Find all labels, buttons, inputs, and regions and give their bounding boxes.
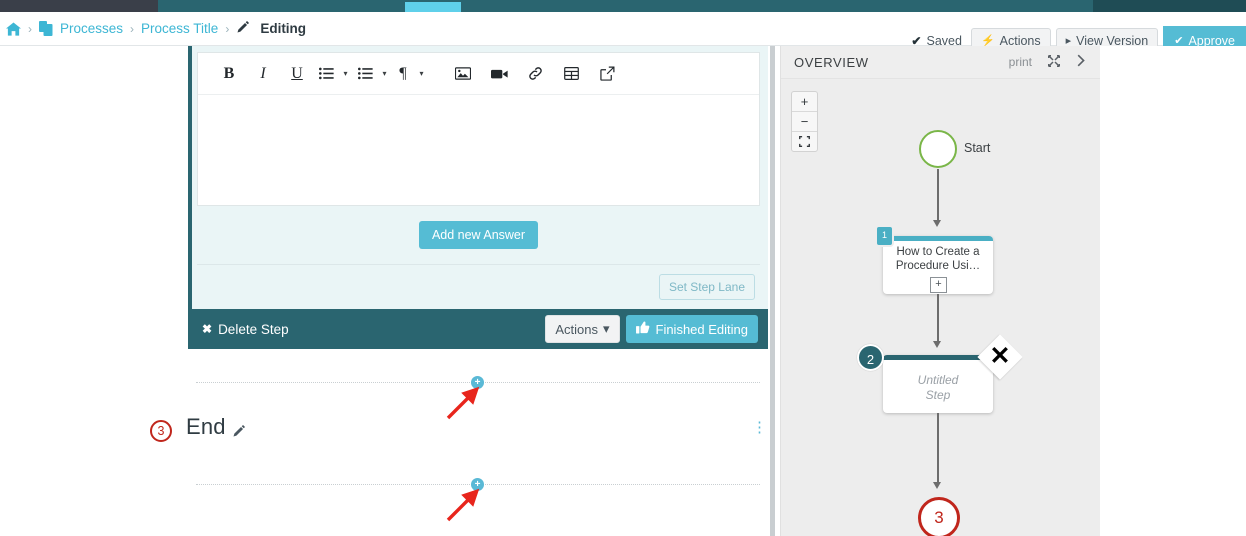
breadcrumb-item-process-title[interactable]: Process Title bbox=[141, 21, 218, 36]
home-icon[interactable] bbox=[6, 21, 21, 36]
delete-step-button[interactable]: ✖ Delete Step bbox=[202, 322, 289, 337]
breadcrumb: › Processes › Process Title › Editing bbox=[6, 12, 306, 45]
editor-content-area[interactable] bbox=[198, 95, 759, 205]
finished-editing-label: Finished Editing bbox=[655, 321, 749, 337]
bold-icon[interactable]: B bbox=[212, 65, 246, 83]
top-nav-left-segment bbox=[0, 0, 158, 12]
external-link-icon[interactable] bbox=[589, 66, 625, 81]
diagram-connector-3 bbox=[937, 413, 939, 485]
diagram-arrowhead-2 bbox=[933, 341, 941, 348]
diagram-node-start[interactable] bbox=[919, 130, 957, 168]
zoom-out-button[interactable]: − bbox=[792, 112, 817, 132]
chevron-down-icon[interactable]: ▾ bbox=[377, 69, 392, 78]
diagram-node-1-expand[interactable]: + bbox=[930, 277, 947, 293]
link-icon[interactable] bbox=[517, 66, 553, 81]
pencil-icon[interactable] bbox=[232, 424, 246, 441]
step-title: End bbox=[186, 414, 226, 439]
editor-footer-actions: Actions ▾ Finished Editing bbox=[545, 315, 758, 343]
breadcrumb-separator: › bbox=[130, 21, 135, 36]
print-button[interactable]: print bbox=[1009, 55, 1032, 69]
editor-actions-button[interactable]: Actions ▾ bbox=[545, 315, 620, 343]
diagram-arrowhead-3 bbox=[933, 482, 941, 489]
underline-icon[interactable]: U bbox=[280, 65, 314, 83]
editor-footer: ✖ Delete Step Actions ▾ Finished Editing bbox=[188, 309, 768, 349]
step-editor-card: B I U ▾ ▾ ¶ ▾ Add new Answer Set Step La… bbox=[188, 46, 768, 349]
ordered-list-icon[interactable] bbox=[353, 67, 377, 80]
editor-actions-label: Actions bbox=[555, 321, 598, 337]
zoom-fit-button[interactable] bbox=[792, 132, 817, 151]
annotation-arrow-top bbox=[446, 386, 480, 420]
diagram-node-1[interactable]: How to Create a Procedure Usi… + bbox=[883, 236, 993, 294]
delete-step-label: Delete Step bbox=[218, 321, 289, 337]
top-nav-active-tab[interactable] bbox=[405, 2, 461, 12]
step-number-badge: 3 bbox=[150, 420, 172, 442]
answer-zone: Add new Answer bbox=[197, 206, 760, 264]
table-icon[interactable] bbox=[553, 67, 589, 80]
chevron-right-icon[interactable] bbox=[1076, 54, 1086, 70]
diagram-node-2-accent bbox=[883, 355, 993, 360]
image-icon[interactable] bbox=[445, 67, 481, 80]
diagram-connector-2 bbox=[937, 294, 939, 344]
kebab-menu-icon[interactable]: ⋮ bbox=[752, 420, 767, 435]
app-root: › Processes › Process Title › Editing ✔ bbox=[0, 0, 1246, 536]
breadcrumb-item-processes[interactable]: Processes bbox=[60, 21, 123, 36]
editor-inner: B I U ▾ ▾ ¶ ▾ Add new Answer Set Step La… bbox=[197, 46, 760, 309]
zoom-controls: + − bbox=[791, 91, 818, 152]
breadcrumb-bar: › Processes › Process Title › Editing ✔ bbox=[0, 12, 1246, 55]
expand-icon[interactable] bbox=[1047, 54, 1061, 70]
overview-tools: print bbox=[1009, 54, 1086, 70]
diagram-node-1-accent bbox=[883, 236, 993, 241]
diagram-node-1-title: How to Create a Procedure Usi… bbox=[895, 246, 981, 272]
annotation-arrow-bottom bbox=[446, 488, 480, 522]
add-new-answer-button[interactable]: Add new Answer bbox=[418, 221, 539, 249]
lane-zone: Set Step Lane bbox=[197, 264, 760, 309]
diagram-node-2[interactable]: Untitled Step bbox=[883, 355, 993, 413]
breadcrumb-item-editing: Editing bbox=[260, 21, 307, 36]
thumbs-up-icon bbox=[635, 321, 650, 337]
pencil-icon bbox=[236, 20, 250, 37]
video-icon[interactable] bbox=[481, 68, 517, 80]
overview-title: OVERVIEW bbox=[794, 54, 869, 70]
editor-toolbar: B I U ▾ ▾ ¶ ▾ bbox=[198, 53, 759, 95]
documents-icon[interactable] bbox=[39, 21, 53, 36]
breadcrumb-separator: › bbox=[28, 21, 32, 36]
italic-icon[interactable]: I bbox=[246, 65, 280, 83]
diagram-node-1-badge: 1 bbox=[877, 227, 892, 245]
close-icon: ✖ bbox=[202, 322, 213, 336]
zoom-in-button[interactable]: + bbox=[792, 92, 817, 112]
finished-editing-button[interactable]: Finished Editing bbox=[625, 315, 758, 343]
breadcrumb-separator: › bbox=[225, 21, 230, 36]
diagram-node-2-badge: 2 bbox=[857, 344, 884, 371]
diagram-node-end[interactable]: 3 bbox=[918, 497, 960, 536]
diagram-node-2-title: Untitled Step bbox=[917, 373, 959, 402]
editor-accent-bar bbox=[188, 46, 192, 349]
close-x-icon[interactable]: ✕ bbox=[984, 340, 1016, 372]
paragraph-icon[interactable]: ¶ bbox=[392, 65, 414, 83]
top-nav-strip bbox=[0, 0, 1246, 12]
overview-diagram[interactable]: + − Start How to Create a Procedure Usi…… bbox=[781, 79, 1100, 536]
top-nav-right-segment bbox=[1093, 0, 1246, 12]
diagram-node-start-label: Start bbox=[964, 141, 991, 155]
chevron-down-icon: ▾ bbox=[602, 321, 610, 336]
chevron-down-icon[interactable]: ▾ bbox=[414, 69, 429, 78]
set-step-lane-button[interactable]: Set Step Lane bbox=[658, 274, 755, 300]
overview-header: OVERVIEW print bbox=[781, 46, 1100, 79]
diagram-arrowhead-1 bbox=[933, 220, 941, 227]
unordered-list-icon[interactable] bbox=[314, 67, 338, 80]
vertical-scrollbar[interactable] bbox=[770, 46, 775, 536]
rich-text-editor: B I U ▾ ▾ ¶ ▾ bbox=[197, 52, 760, 206]
chevron-down-icon[interactable]: ▾ bbox=[338, 69, 353, 78]
diagram-connector-1 bbox=[937, 169, 939, 222]
overview-panel: OVERVIEW print + − Start How to Create a… bbox=[780, 46, 1100, 536]
